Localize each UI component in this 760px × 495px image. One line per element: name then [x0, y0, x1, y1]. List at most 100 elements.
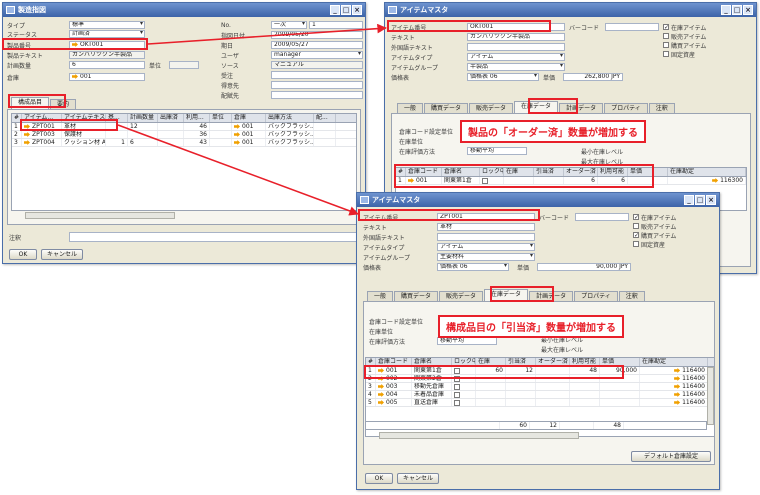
link-arrow-icon[interactable]: [234, 140, 240, 145]
maximize-icon[interactable]: □: [732, 5, 742, 15]
minimize-icon[interactable]: _: [721, 5, 731, 15]
row-account[interactable]: 116400: [640, 399, 708, 406]
barcode-field[interactable]: [575, 213, 629, 221]
row-warehouse[interactable]: 001: [232, 131, 266, 138]
close-icon[interactable]: ×: [743, 5, 753, 15]
close-icon[interactable]: ×: [706, 195, 716, 205]
row-account[interactable]: 116300: [668, 177, 746, 184]
table-row[interactable]: 3 003 移動先倉庫 116400: [366, 383, 714, 391]
row-locked[interactable]: [452, 399, 476, 406]
row-account[interactable]: 116400: [640, 391, 708, 398]
type-select[interactable]: 標準: [69, 21, 145, 29]
link-arrow-icon[interactable]: [378, 400, 384, 405]
due-date-field[interactable]: 2009/05/27: [271, 41, 363, 49]
locked-checkbox[interactable]: [454, 391, 460, 398]
cancel-button[interactable]: キャンセル: [41, 249, 83, 260]
grid-vertical-scrollbar[interactable]: [707, 367, 714, 425]
item-text-field[interactable]: 革材: [437, 223, 535, 231]
warehouse-field[interactable]: 001: [69, 73, 145, 81]
valuation-method-field[interactable]: 移動平均: [437, 337, 497, 345]
price-field[interactable]: 90,000 JPY: [537, 263, 631, 271]
ok-button[interactable]: OK: [9, 249, 37, 260]
item-master-titlebar[interactable]: アイテムマスタ _ □ ×: [357, 193, 719, 207]
ok-button[interactable]: OK: [365, 473, 393, 484]
close-icon[interactable]: ×: [352, 5, 362, 15]
row-wh-code[interactable]: 004: [376, 391, 412, 398]
row-warehouse[interactable]: 001: [232, 123, 266, 130]
link-arrow-icon[interactable]: [674, 376, 681, 381]
row-method[interactable]: バックフラッシ...: [266, 123, 314, 130]
series-select[interactable]: 一次: [271, 21, 307, 29]
col-unit[interactable]: 単位: [210, 114, 232, 122]
link-arrow-icon[interactable]: [378, 392, 384, 397]
purchase-item-checkbox[interactable]: ✓: [633, 232, 639, 239]
item-group-select[interactable]: 半製品: [467, 63, 565, 71]
sales-order-field[interactable]: [271, 71, 363, 79]
price-list-select[interactable]: 価格表 06: [467, 73, 539, 81]
tab-sales[interactable]: 販売データ: [439, 291, 484, 301]
item-type-select[interactable]: アイテム: [437, 243, 535, 251]
item-text-field[interactable]: カンバリツクン半製品: [467, 33, 565, 41]
link-arrow-icon[interactable]: [234, 132, 240, 137]
remarks-field[interactable]: [69, 232, 363, 242]
maximize-icon[interactable]: □: [695, 195, 705, 205]
source-field[interactable]: マニュアル: [271, 61, 363, 69]
distribution-field[interactable]: [271, 91, 363, 99]
tab-remarks[interactable]: 注釈: [618, 291, 645, 301]
customer-field[interactable]: [271, 81, 363, 89]
tab-properties[interactable]: プロパティ: [574, 291, 618, 301]
col-dist[interactable]: 配...: [314, 114, 336, 122]
fixed-asset-checkbox[interactable]: [663, 51, 669, 57]
inventory-item-checkbox[interactable]: ✓: [663, 24, 669, 31]
item-group-select[interactable]: 主要材料: [437, 253, 535, 261]
link-arrow-icon[interactable]: [378, 384, 384, 389]
minimize-icon[interactable]: _: [330, 5, 340, 15]
locked-checkbox[interactable]: [454, 383, 460, 390]
link-arrow-icon[interactable]: [72, 74, 78, 79]
fixed-asset-checkbox[interactable]: [633, 241, 639, 247]
col-account[interactable]: 在庫勘定: [640, 358, 708, 366]
production-order-titlebar[interactable]: 製造指図 _ □ ×: [3, 3, 365, 17]
foreign-text-field[interactable]: [467, 43, 565, 51]
tab-purchasing[interactable]: 購買データ: [394, 291, 439, 301]
unit-field[interactable]: [169, 61, 199, 69]
link-arrow-icon[interactable]: [674, 400, 681, 405]
table-row[interactable]: 2 ZPT003 保護材 36 001 バックフラッシ...: [12, 131, 356, 139]
foreign-text-field[interactable]: [437, 233, 535, 241]
grid-horizontal-scrollbar[interactable]: [25, 212, 175, 219]
status-select[interactable]: 計画済: [69, 30, 145, 38]
row-planned[interactable]: 6: [128, 139, 158, 146]
link-arrow-icon[interactable]: [24, 132, 30, 137]
tab-sales[interactable]: 販売データ: [469, 103, 514, 113]
barcode-field[interactable]: [605, 23, 659, 31]
table-row[interactable]: 5 005 直送倉庫 116400: [366, 399, 714, 407]
tab-general[interactable]: 一般: [397, 103, 424, 113]
row-method[interactable]: バックフラッシ...: [266, 139, 314, 146]
tab-purchasing[interactable]: 購買データ: [424, 103, 469, 113]
valuation-method-field[interactable]: 移動平均: [467, 147, 527, 155]
col-account[interactable]: 在庫勘定: [668, 168, 746, 176]
planned-qty-field[interactable]: 6: [69, 61, 145, 69]
user-select[interactable]: manager: [271, 51, 363, 59]
locked-checkbox[interactable]: [454, 399, 460, 406]
row-item[interactable]: ZPT004: [22, 139, 62, 146]
inventory-item-checkbox[interactable]: ✓: [633, 214, 639, 221]
link-arrow-icon[interactable]: [674, 384, 681, 389]
row-planned[interactable]: [128, 131, 158, 138]
row-item[interactable]: ZPT003: [22, 131, 62, 138]
row-wh-code[interactable]: 003: [376, 383, 412, 390]
cancel-button[interactable]: キャンセル: [397, 473, 439, 484]
order-date-field[interactable]: 2009/05/20: [271, 31, 363, 39]
row-wh-code[interactable]: 005: [376, 399, 412, 406]
minimize-icon[interactable]: _: [684, 195, 694, 205]
link-arrow-icon[interactable]: [24, 140, 30, 145]
item-type-select[interactable]: アイテム: [467, 53, 565, 61]
row-locked[interactable]: [452, 391, 476, 398]
link-arrow-icon[interactable]: [712, 178, 719, 183]
item-master-titlebar[interactable]: アイテムマスタ _ □ ×: [385, 3, 756, 17]
col-issue-method[interactable]: 出庫方法: [266, 114, 314, 122]
maximize-icon[interactable]: □: [341, 5, 351, 15]
grid-horizontal-scrollbar[interactable]: [379, 432, 579, 439]
col-planned[interactable]: 計画数量: [128, 114, 158, 122]
price-field[interactable]: 262,800 JPY: [563, 73, 623, 81]
